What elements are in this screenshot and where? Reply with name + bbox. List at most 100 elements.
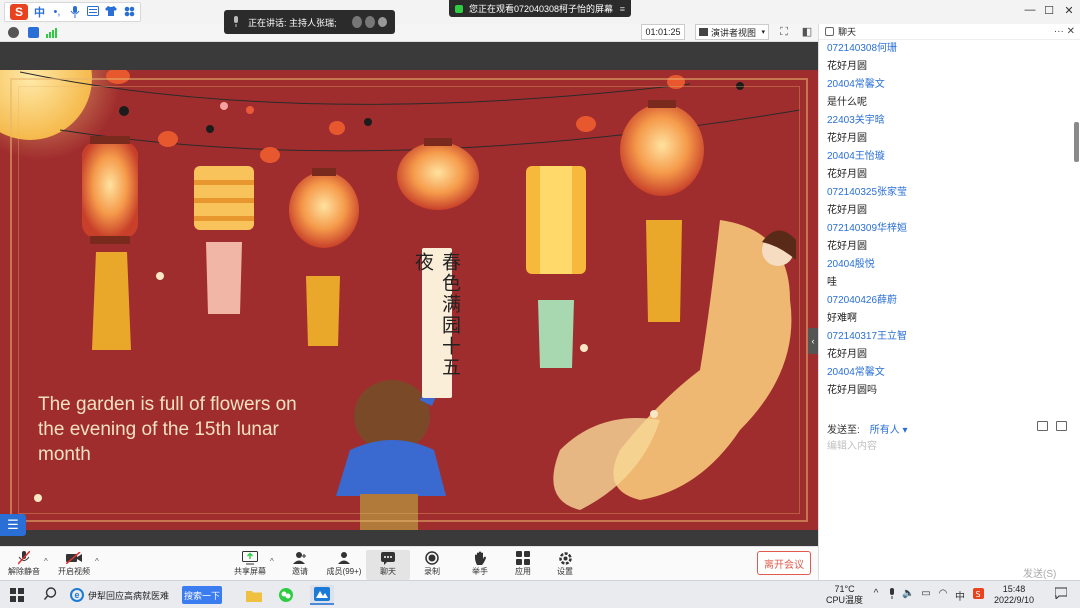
leave-meeting-button[interactable]: 离开会议 (757, 551, 811, 575)
chat-sender: 072140309华梓姮 (827, 223, 908, 234)
send-button[interactable]: 发送(S) (1023, 565, 1056, 580)
battery-icon[interactable]: ▭ (920, 588, 932, 599)
chat-message: 花好月圆 (827, 169, 867, 180)
sogou-logo-icon[interactable]: S (10, 4, 28, 20)
web-search-button[interactable]: 搜索一下 (182, 586, 222, 604)
meeting-app-icon (314, 587, 330, 601)
send-to-dropdown[interactable]: 所有人 ▾ (870, 421, 908, 436)
keyboard-icon[interactable] (87, 6, 99, 18)
meeting-timer: 01:01:25 (641, 24, 685, 40)
start-video-label: 开启视频 (58, 567, 90, 576)
tray-overflow-caret-icon[interactable]: ^ (870, 588, 882, 599)
camera-off-icon (66, 550, 82, 566)
raise-hand-button[interactable]: 举手 (458, 550, 502, 580)
audio-options-caret-icon[interactable]: ^ (44, 557, 48, 566)
unmute-label: 解除静音 (8, 567, 40, 576)
tray-ime-indicator[interactable]: 中 (954, 588, 966, 603)
share-screen-button[interactable]: 共享屏幕 (228, 550, 272, 580)
volume-icon[interactable]: 🔈 (902, 588, 914, 599)
slide-list-button[interactable]: ☰ (0, 514, 26, 536)
slide-poem-scroll: 春色满园十五夜 (412, 248, 461, 398)
chat-input[interactable]: 编辑入内容 (827, 437, 877, 452)
notification-center-icon[interactable] (1054, 587, 1068, 601)
punctuation-icon[interactable]: •, (51, 6, 63, 18)
chat-message-list[interactable]: 072140308何珊 花好月圆 20404常馨文 是什么呢 22403关宇晗 … (827, 40, 1067, 422)
chevron-down-icon: ▾ (761, 29, 765, 36)
viewing-screen-banner: 您正在观看072040308柯子怡的屏幕 ≡ (449, 0, 631, 17)
fullscreen-icon[interactable]: ⛶ (778, 26, 790, 38)
video-options-caret-icon[interactable]: ^ (95, 557, 99, 566)
avatar (365, 16, 375, 28)
windows-start-icon[interactable] (10, 588, 24, 602)
view-mode-dropdown[interactable]: 演讲者视图 ▾ (695, 24, 769, 40)
chat-window-icon (825, 27, 834, 36)
start-tile (10, 588, 16, 594)
share-options-caret-icon[interactable]: ^ (270, 557, 274, 566)
send-to-value: 所有人 (869, 425, 900, 436)
taskbar-app-meeting[interactable] (310, 585, 334, 605)
viewing-text: 您正在观看072040308柯子怡的屏幕 (469, 4, 614, 14)
chat-scrollbar[interactable] (1074, 122, 1079, 162)
share-screen-icon (242, 550, 258, 566)
toolbox-grid-icon[interactable] (123, 6, 135, 18)
speaking-indicator: 正在讲话: 主持人张瑞; (224, 10, 395, 34)
chat-options-icon[interactable]: ··· ✕ (1054, 26, 1075, 37)
chat-message: 花好月圆 (827, 349, 867, 360)
chat-message: 哇 (827, 277, 837, 288)
banner-menu-icon[interactable]: ≡ (620, 4, 625, 14)
chat-message: 花好月圆 (827, 241, 867, 252)
invite-label: 邀请 (292, 567, 308, 576)
mic-muted-icon (16, 550, 32, 566)
settings-button[interactable]: 设置 (543, 550, 587, 580)
system-clock[interactable]: 15:48 2022/9/10 (994, 584, 1034, 606)
tray-mic-icon[interactable] (886, 588, 898, 602)
chat-header: 聊天 ··· ✕ (819, 24, 1080, 40)
cpu-temp-label: CPU温度 (826, 595, 864, 605)
close-icon[interactable]: ✕ (1062, 4, 1076, 17)
info-icon[interactable] (8, 27, 19, 38)
apps-button[interactable]: 应用 (501, 550, 545, 580)
members-button[interactable]: 成员(99+) (322, 550, 366, 580)
shield-icon[interactable] (28, 27, 39, 38)
title-bar: S 中 •, 您正在观看072040308柯子怡的屏幕 ≡ — ☐ ✕ (0, 0, 1080, 24)
send-to-label: 发送至: (827, 425, 860, 436)
collapse-panel-arrow-icon[interactable]: ‹ (808, 328, 818, 354)
chat-tools (1037, 421, 1067, 431)
file-folder-icon[interactable] (1037, 421, 1048, 431)
slide-caption: The garden is full of flowers on the eve… (38, 394, 297, 465)
taskbar-app-wechat[interactable] (274, 585, 298, 605)
skin-shirt-icon[interactable] (105, 6, 117, 18)
chat-sender: 20404常馨文 (827, 367, 885, 378)
chat-label: 聊天 (380, 567, 396, 576)
cpu-temperature: 71°C CPU温度 (826, 584, 863, 606)
record-button[interactable]: 录制 (410, 550, 454, 580)
wifi-icon[interactable]: ◠ (937, 588, 949, 599)
chat-history-icon[interactable] (1056, 421, 1067, 431)
chat-message: 好难啊 (827, 313, 857, 324)
windows-taskbar: e 伊犁回应高病就医难 搜索一下 71°C CPU温度 ^ 🔈 ▭ ◠ 中 S … (0, 580, 1080, 608)
members-icon (336, 550, 352, 566)
chat-sender: 072140308何珊 (827, 43, 898, 54)
taskbar-search-icon[interactable] (43, 587, 57, 603)
maximize-icon[interactable]: ☐ (1042, 4, 1056, 17)
chat-button[interactable]: 聊天 (366, 550, 410, 580)
ime-toolbar[interactable]: S 中 •, (4, 2, 141, 22)
start-tile (10, 596, 16, 602)
speaking-text: 正在讲话: 主持人张瑞; (248, 17, 337, 28)
minimize-icon[interactable]: — (1023, 4, 1037, 16)
apps-grid-icon (515, 550, 531, 566)
cpu-temp-value: 71°C (834, 584, 855, 594)
invite-button[interactable]: 邀请 (278, 550, 322, 580)
unmute-button[interactable]: 解除静音 (2, 550, 46, 580)
sogou-tray-icon[interactable]: S (972, 588, 984, 602)
chat-title: 聊天 (838, 27, 857, 37)
ie-taskbar-item[interactable]: e 伊犁回应高病就医难 (70, 585, 180, 605)
taskbar-app-files[interactable] (242, 585, 266, 605)
ie-browser-icon: e (70, 588, 84, 602)
invite-user-icon (292, 550, 308, 566)
start-video-button[interactable]: 开启视频 (52, 550, 96, 580)
ime-mode-toggle[interactable]: 中 (34, 4, 45, 20)
record-label: 录制 (424, 567, 440, 576)
mic-icon[interactable] (69, 6, 81, 18)
layout-sidebar-icon[interactable]: ◧ (801, 26, 813, 38)
